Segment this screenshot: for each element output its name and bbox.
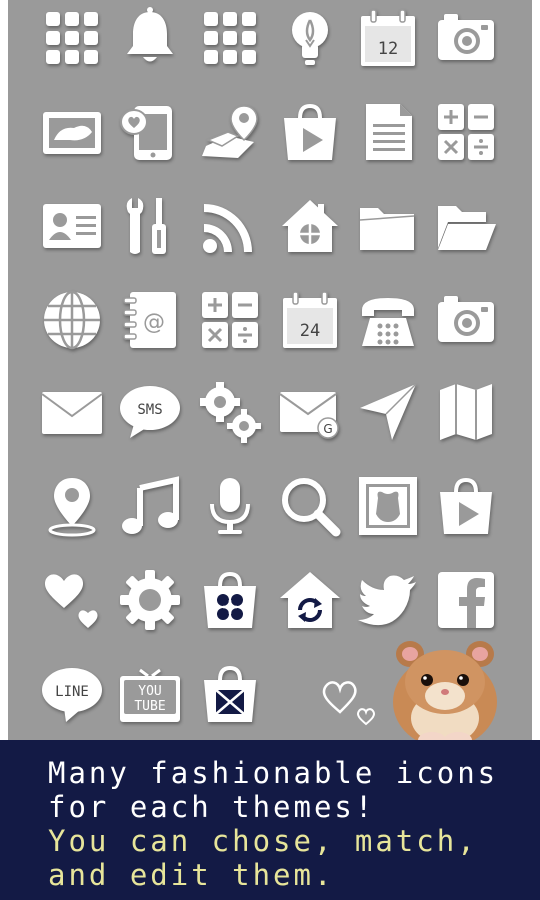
phone-heart-icon: [118, 100, 182, 164]
contact-card-icon: [40, 194, 104, 258]
map-pin-icon: [198, 100, 262, 164]
telephone-icon: [356, 288, 420, 352]
calendar-icon: 24: [278, 288, 342, 352]
sms-bubble-icon: SMS: [118, 380, 182, 444]
address-book-icon: @: [118, 288, 182, 352]
banner-line-2: for each themes!: [48, 790, 376, 824]
map-icon: [434, 380, 498, 444]
calculator-icon: [434, 100, 498, 164]
banner-line-3: You can chose, match,: [48, 824, 478, 858]
photo-icon: [40, 100, 104, 164]
svg-text:SMS: SMS: [137, 402, 162, 418]
lightbulb-icon: [278, 6, 342, 70]
home-update-icon: [278, 568, 342, 632]
line-bubble-icon: LINE: [40, 662, 104, 726]
music-note-icon: [118, 474, 182, 538]
youtube-tv-icon: YOU TUBE: [118, 662, 182, 726]
gmail-icon: G: [278, 380, 342, 444]
banner-line-1: Many fashionable icons: [48, 756, 499, 790]
app-grid-icon: [198, 6, 262, 70]
app-grid-icon: [40, 6, 104, 70]
bell-icon: [118, 6, 182, 70]
play-store-bag-icon: [434, 474, 498, 538]
folder-icon: [356, 194, 420, 258]
home-icon: [278, 194, 342, 258]
camera-icon: [434, 288, 498, 352]
settings-gear-icon: [118, 568, 182, 632]
location-pin-icon: [40, 474, 104, 538]
navigation-icon: [356, 380, 420, 444]
hearts-icon: [40, 568, 104, 632]
svg-text:12: 12: [378, 39, 398, 59]
camera-icon: [434, 6, 498, 70]
search-icon: [278, 474, 342, 538]
calculator-icon: [198, 288, 262, 352]
svg-text:G: G: [323, 422, 332, 436]
outline-hearts-icon: [318, 672, 382, 728]
svg-text:@: @: [143, 310, 165, 335]
document-icon: [356, 100, 420, 164]
rss-icon: [198, 194, 262, 258]
mail-bag-icon: [198, 662, 262, 726]
photo-frame-icon: [356, 474, 420, 538]
mail-icon: [40, 380, 104, 444]
app-bag-icon: [198, 568, 262, 632]
svg-text:YOU: YOU: [138, 684, 161, 699]
folder-open-icon: [434, 194, 498, 258]
svg-text:24: 24: [300, 321, 320, 341]
facebook-icon: [434, 568, 498, 632]
hamster-photo: [390, 632, 500, 750]
play-store-bag-icon: [278, 100, 342, 164]
calendar-icon: 12: [356, 6, 420, 70]
tools-icon: [118, 194, 182, 258]
settings-gears-icon: [198, 380, 262, 444]
svg-text:TUBE: TUBE: [134, 699, 165, 714]
microphone-icon: [198, 474, 262, 538]
svg-text:LINE: LINE: [55, 684, 89, 700]
banner-line-4: and edit them.: [48, 858, 335, 892]
twitter-icon: [356, 568, 420, 632]
globe-icon: [40, 288, 104, 352]
